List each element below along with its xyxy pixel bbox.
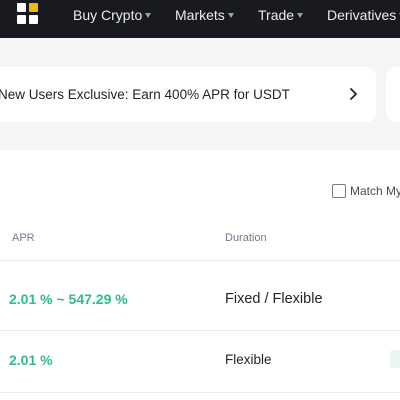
promo-text: New Users Exclusive: Earn 400% APR for U…	[0, 87, 290, 102]
nav-item-derivatives[interactable]: Derivatives	[327, 6, 400, 24]
column-header-duration: Duration	[225, 232, 267, 244]
nav-item-markets[interactable]: Markets	[175, 6, 234, 24]
status-tag	[390, 350, 400, 368]
row-divider	[0, 330, 400, 331]
match-label: Match My	[350, 184, 400, 198]
row-divider	[0, 392, 400, 393]
promo-banner[interactable]: New Users Exclusive: Earn 400% APR for U…	[0, 67, 376, 122]
caret-down-icon	[227, 12, 234, 18]
caret-down-icon	[297, 12, 304, 18]
nav-item-label: Buy Crypto	[73, 7, 143, 23]
match-my-filter[interactable]: Match My	[332, 183, 400, 199]
chevron-right-icon	[350, 88, 357, 100]
nav-item-trade[interactable]: Trade	[258, 6, 304, 24]
apr-value: 2.01 %	[9, 352, 53, 368]
top-navbar: Buy Crypto Markets Trade Derivatives	[0, 0, 400, 38]
nav-item-label: Markets	[175, 7, 225, 23]
promo-banner-next[interactable]	[386, 67, 400, 122]
nav-item-label: Trade	[258, 7, 295, 23]
duration-value: Flexible	[225, 352, 272, 367]
apr-value: 2.01 % ~ 547.29 %	[9, 291, 128, 307]
duration-value: Fixed / Flexible	[225, 291, 323, 307]
match-checkbox[interactable]	[332, 184, 346, 198]
nav-item-buy-crypto[interactable]: Buy Crypto	[73, 6, 152, 24]
caret-down-icon	[145, 12, 152, 18]
nav-item-label: Derivatives	[327, 7, 397, 23]
column-header-apr[interactable]: APR	[12, 232, 35, 244]
header-divider	[0, 260, 400, 261]
apps-grid-icon[interactable]	[17, 3, 39, 25]
